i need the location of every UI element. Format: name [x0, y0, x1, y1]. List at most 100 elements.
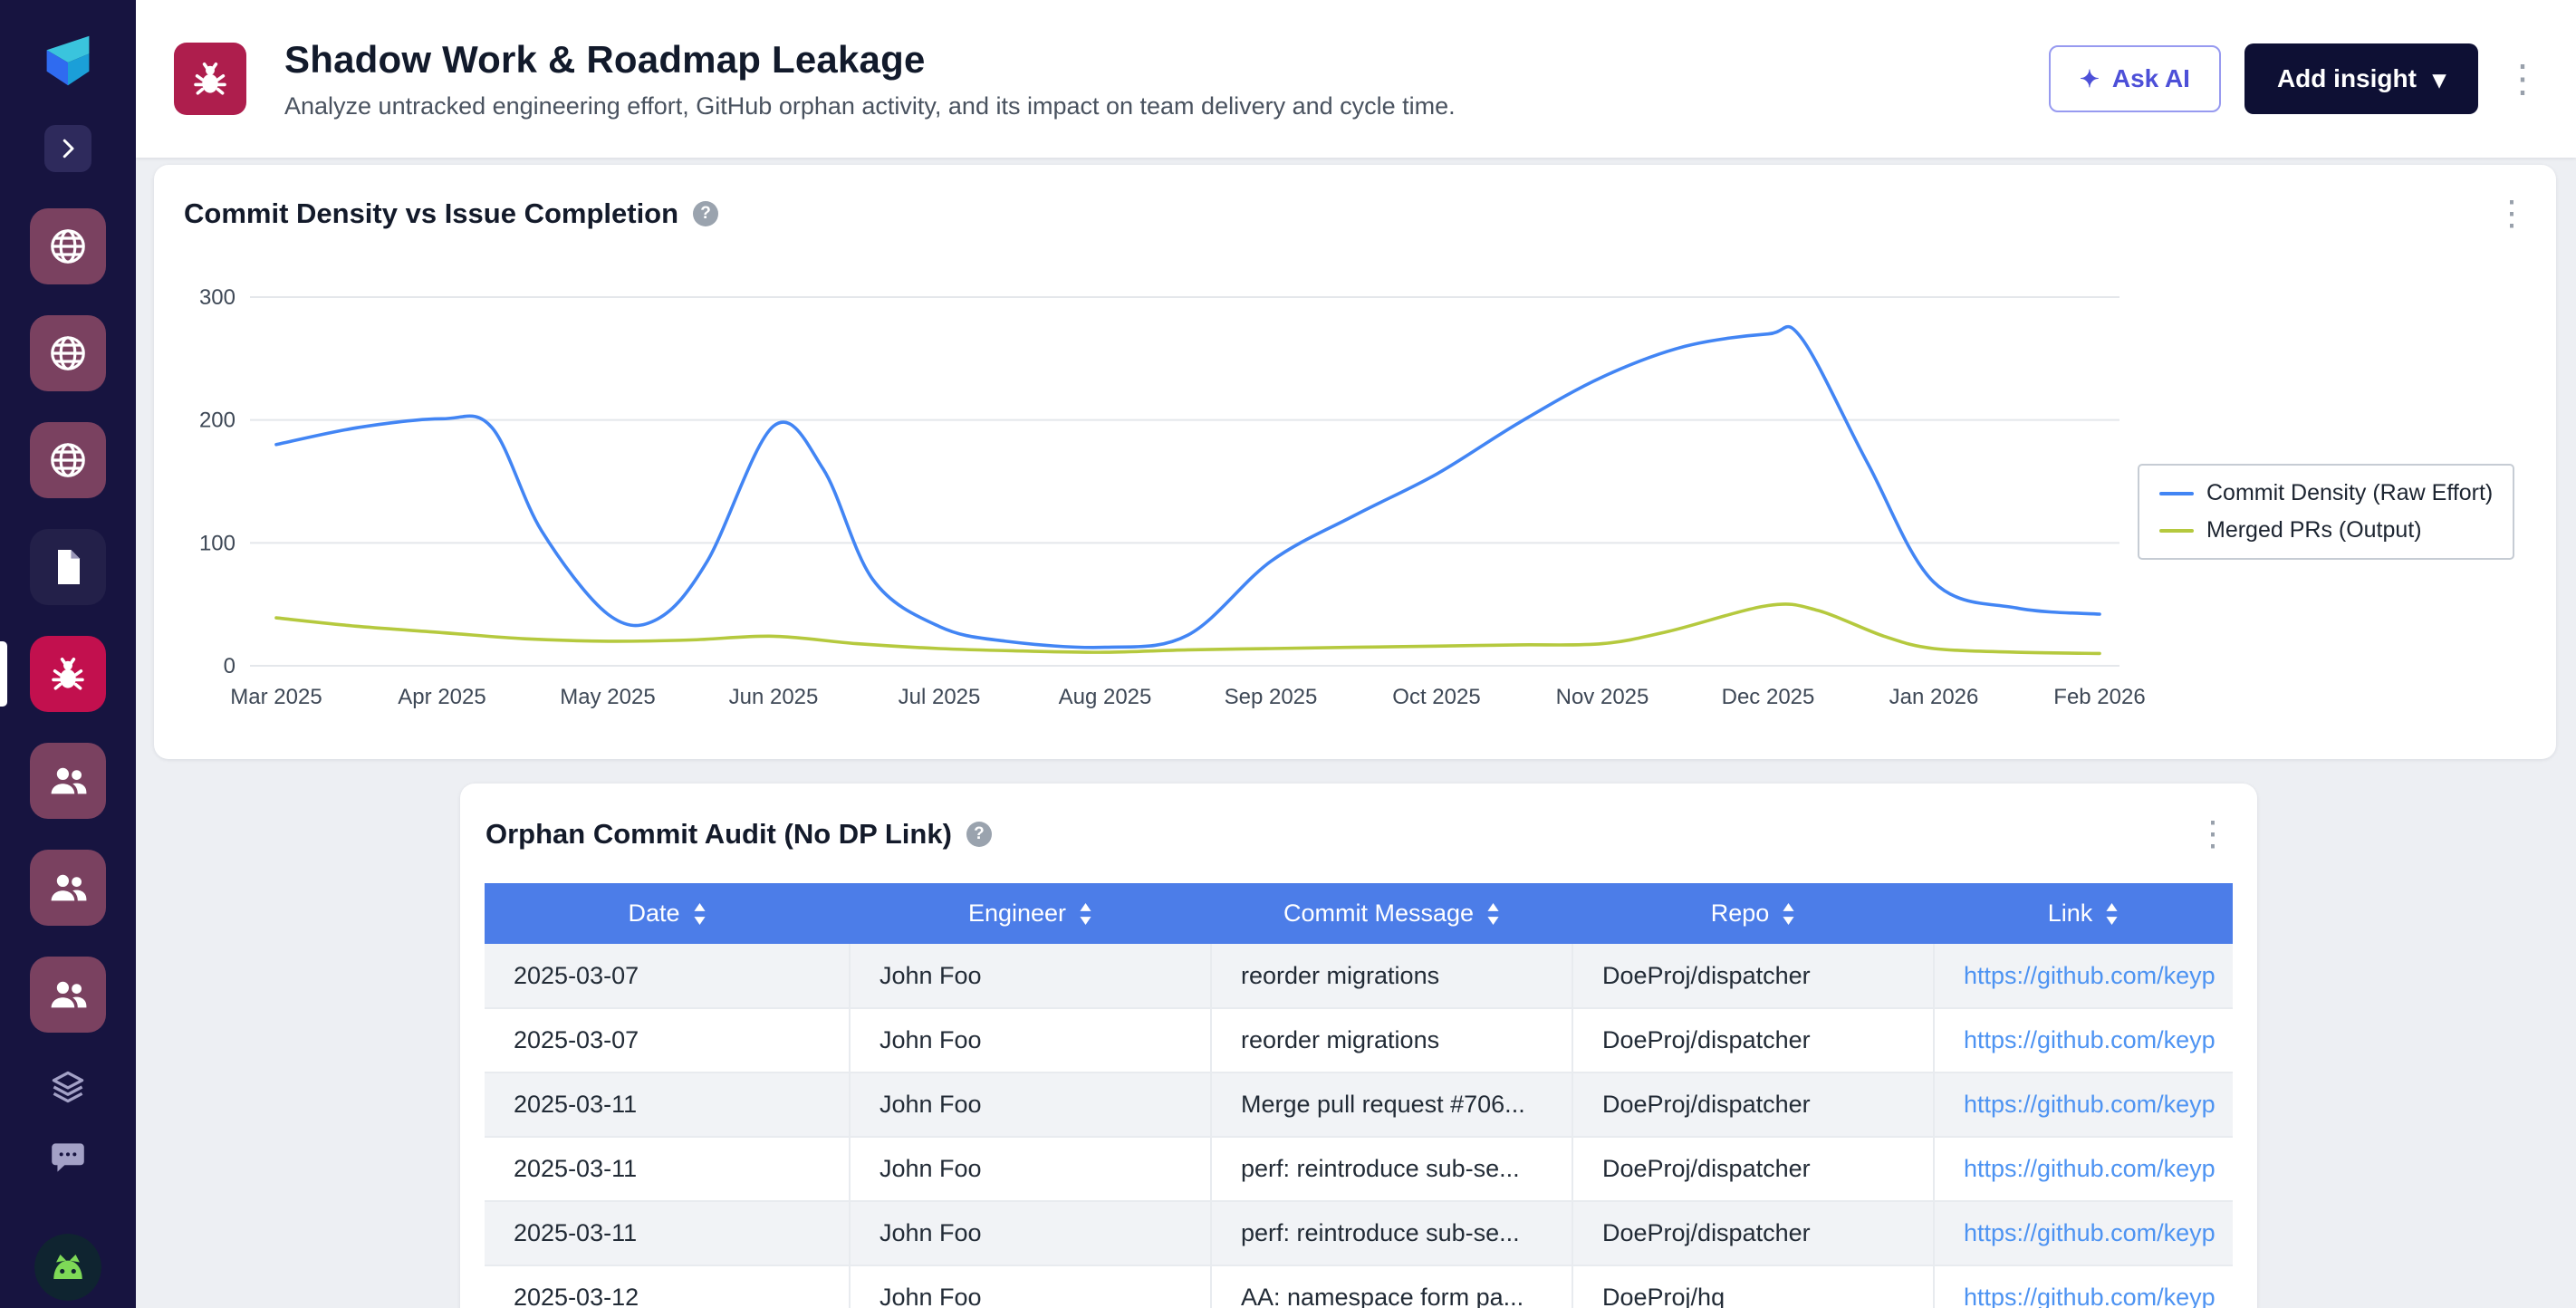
x-tick-label: Mar 2025 — [230, 685, 322, 709]
commit-link[interactable]: https://github.com/keyp — [1964, 1219, 2216, 1246]
chart-kebab-menu-icon[interactable]: ⋮ — [2494, 200, 2529, 227]
engineer-cell: John Foo — [850, 1265, 1211, 1308]
link-cell[interactable]: https://github.com/keyp — [1934, 1072, 2233, 1137]
legend-item[interactable]: Commit Density (Raw Effort) — [2159, 480, 2493, 506]
users-icon — [46, 759, 90, 803]
repo-cell: DoeProj/dispatcher — [1572, 1137, 1934, 1201]
content-area: Commit Density vs Issue Completion ? ⋮ 0… — [136, 158, 2576, 1308]
column-header-engineer[interactable]: Engineer — [850, 883, 1211, 944]
bug-icon — [46, 652, 90, 696]
page-subtitle: Analyze untracked engineering effort, Gi… — [284, 92, 2049, 120]
bug-icon — [188, 57, 232, 101]
help-icon[interactable]: ? — [966, 822, 992, 847]
app-logo-icon — [33, 25, 103, 96]
page-title: Shadow Work & Roadmap Leakage — [284, 38, 2049, 82]
chevron-right-icon — [54, 135, 82, 162]
y-tick-label: 100 — [199, 531, 235, 555]
date-cell: 2025-03-12 — [485, 1265, 850, 1308]
x-tick-label: Jun 2025 — [729, 685, 819, 709]
column-header-link[interactable]: Link — [1934, 883, 2233, 944]
link-cell[interactable]: https://github.com/keyp — [1934, 1201, 2233, 1265]
main-area: Shadow Work & Roadmap Leakage Analyze un… — [136, 0, 2576, 1308]
ask-ai-label: Ask AI — [2112, 64, 2190, 93]
globe-icon — [46, 332, 90, 375]
sidebar-item-team-3[interactable] — [30, 957, 106, 1033]
commit-message-cell: perf: reintroduce sub-se... — [1211, 1137, 1572, 1201]
commit-link[interactable]: https://github.com/keyp — [1964, 1091, 2216, 1118]
add-insight-button[interactable]: Add insight ▾ — [2244, 43, 2478, 114]
sidebar-item-chat[interactable] — [44, 1134, 91, 1181]
page-heading: Shadow Work & Roadmap Leakage Analyze un… — [284, 38, 2049, 120]
table-row: 2025-03-07John Fooreorder migrationsDoeP… — [485, 1008, 2233, 1072]
app-logo[interactable] — [33, 25, 103, 96]
header-kebab-menu-icon[interactable]: ⋮ — [2504, 63, 2542, 94]
page-header: Shadow Work & Roadmap Leakage Analyze un… — [136, 0, 2576, 158]
sidebar-item-team-1[interactable] — [30, 743, 106, 819]
legend-swatch — [2159, 492, 2194, 495]
table-row: 2025-03-11John Fooperf: reintroduce sub-… — [485, 1201, 2233, 1265]
help-icon[interactable]: ? — [693, 201, 718, 226]
x-tick-label: Jan 2026 — [1889, 685, 1979, 709]
commit-link[interactable]: https://github.com/keyp — [1964, 962, 2216, 989]
column-header-repo[interactable]: Repo — [1572, 883, 1934, 944]
sidebar-expand-button[interactable] — [44, 125, 91, 172]
caret-down-icon: ▾ — [2433, 64, 2446, 94]
table-kebab-menu-icon[interactable]: ⋮ — [2196, 821, 2230, 848]
repo-cell: DoeProj/dispatcher — [1572, 944, 1934, 1008]
chat-icon — [48, 1138, 88, 1178]
chart-legend: Commit Density (Raw Effort) Merged PRs (O… — [2138, 464, 2514, 560]
engineer-cell: John Foo — [850, 1201, 1211, 1265]
sidebar-item-globe-3[interactable] — [30, 422, 106, 498]
legend-item[interactable]: Merged PRs (Output) — [2159, 517, 2493, 543]
sidebar-item-globe-2[interactable] — [30, 315, 106, 391]
commit-message-cell: reorder migrations — [1211, 1008, 1572, 1072]
column-label: Link — [2048, 899, 2093, 928]
table-row: 2025-03-11John FooMerge pull request #70… — [485, 1072, 2233, 1137]
commit-message-cell: AA: namespace form pa... — [1211, 1265, 1572, 1308]
column-label: Date — [628, 899, 679, 928]
sidebar-item-team-2[interactable] — [30, 850, 106, 926]
date-cell: 2025-03-07 — [485, 1008, 850, 1072]
sidebar-nav — [0, 208, 136, 1205]
x-tick-label: Nov 2025 — [1556, 685, 1649, 709]
repo-cell: DoeProj/dispatcher — [1572, 1072, 1934, 1137]
ask-ai-button[interactable]: ✦ Ask AI — [2049, 45, 2221, 112]
x-tick-label: Feb 2026 — [2053, 685, 2145, 709]
sidebar-item-layers[interactable] — [44, 1063, 91, 1111]
link-cell[interactable]: https://github.com/keyp — [1934, 1008, 2233, 1072]
legend-label: Merged PRs (Output) — [2206, 517, 2422, 543]
document-icon — [46, 545, 90, 589]
sort-icon — [2105, 903, 2119, 925]
date-cell: 2025-03-11 — [485, 1201, 850, 1265]
chart-card-title: Commit Density vs Issue Completion — [184, 197, 678, 230]
link-cell[interactable]: https://github.com/keyp — [1934, 944, 2233, 1008]
commit-link[interactable]: https://github.com/keyp — [1964, 1026, 2216, 1053]
sidebar-item-globe-1[interactable] — [30, 208, 106, 284]
engineer-cell: John Foo — [850, 944, 1211, 1008]
column-label: Engineer — [968, 899, 1066, 928]
link-cell[interactable]: https://github.com/keyp — [1934, 1265, 2233, 1308]
sidebar-item-bug-active[interactable] — [30, 636, 106, 712]
add-insight-label: Add insight — [2277, 64, 2417, 93]
engineer-cell: John Foo — [850, 1072, 1211, 1137]
x-tick-label: Jul 2025 — [899, 685, 981, 709]
y-tick-label: 200 — [199, 409, 235, 433]
y-tick-label: 300 — [199, 285, 235, 310]
legend-swatch — [2159, 529, 2194, 533]
date-cell: 2025-03-11 — [485, 1072, 850, 1137]
repo-cell: DoeProj/dispatcher — [1572, 1008, 1934, 1072]
table-card-title: Orphan Commit Audit (No DP Link) — [485, 818, 952, 851]
commit-link[interactable]: https://github.com/keyp — [1964, 1155, 2216, 1182]
user-avatar[interactable] — [34, 1234, 101, 1301]
sidebar — [0, 0, 136, 1308]
x-tick-label: Oct 2025 — [1392, 685, 1480, 709]
sidebar-item-document[interactable] — [30, 529, 106, 605]
column-header-commit-message[interactable]: Commit Message — [1211, 883, 1572, 944]
users-icon — [46, 866, 90, 909]
layers-icon — [48, 1067, 88, 1107]
commit-link[interactable]: https://github.com/keyp — [1964, 1284, 2216, 1308]
column-header-date[interactable]: Date — [485, 883, 850, 944]
link-cell[interactable]: https://github.com/keyp — [1934, 1137, 2233, 1201]
engineer-cell: John Foo — [850, 1137, 1211, 1201]
y-tick-label: 0 — [224, 654, 235, 678]
